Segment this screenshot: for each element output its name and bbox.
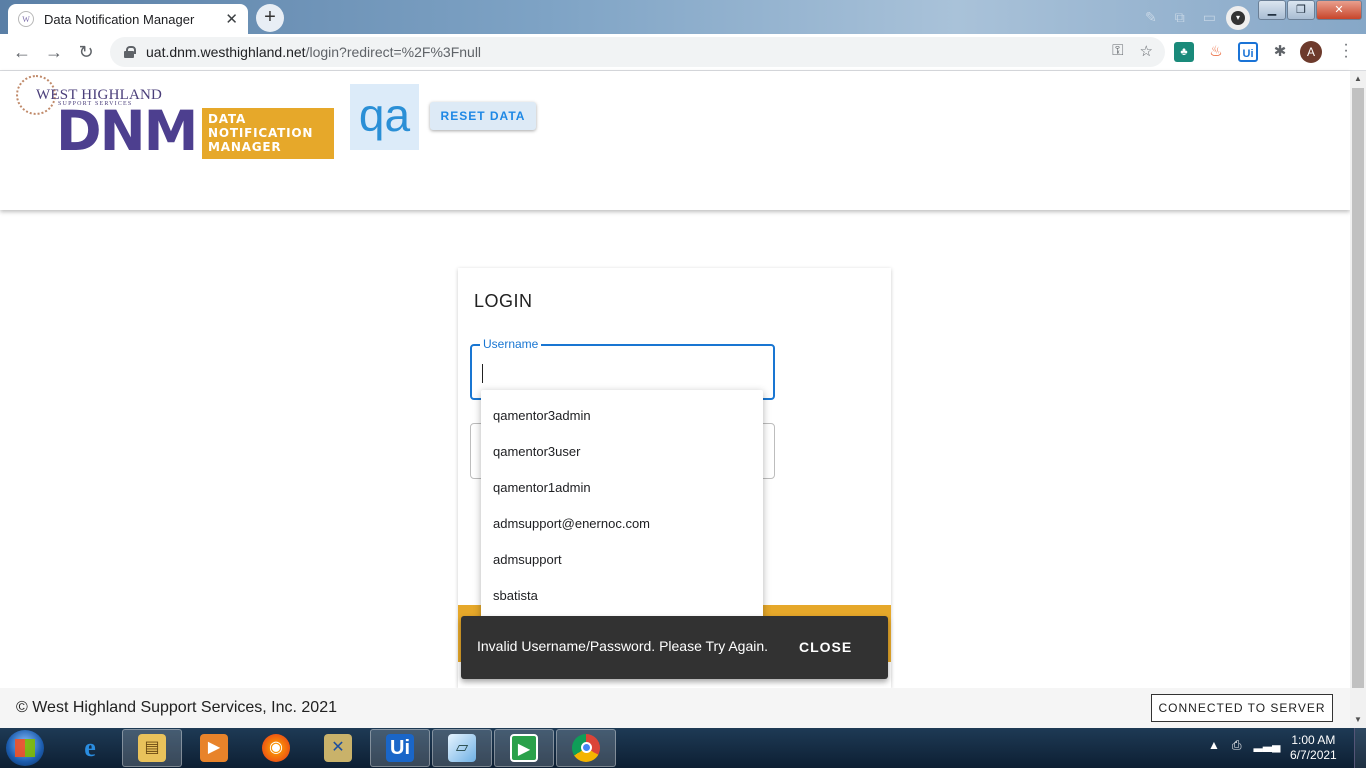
- autocomplete-item[interactable]: admsupport: [481, 542, 763, 578]
- text-caret: [482, 364, 483, 383]
- chevron-down-icon: ▾: [1231, 11, 1245, 25]
- url-text: uat.dnm.westhighland.net/login?redirect=…: [146, 44, 481, 60]
- background-window-icons: ✎ ⧉ ▭: [1145, 9, 1216, 25]
- scroll-up-icon[interactable]: ▲: [1350, 71, 1366, 87]
- browser-menu-icon[interactable]: · · ·: [1336, 37, 1356, 65]
- close-tab-icon[interactable]: ✕: [225, 10, 238, 28]
- autocomplete-item[interactable]: qamentor1admin: [481, 470, 763, 506]
- lock-icon: [124, 46, 136, 58]
- snackbar-message: Invalid Username/Password. Please Try Ag…: [477, 638, 769, 654]
- extensions-puzzle-icon[interactable]: ✱: [1270, 42, 1290, 62]
- star-bookmark-icon[interactable]: ☆: [1140, 42, 1153, 60]
- reload-icon[interactable]: ↻: [74, 40, 98, 64]
- extension-uipath-icon[interactable]: Ui: [1238, 42, 1258, 62]
- uipath-icon: Ui: [386, 734, 414, 762]
- system-tray: ▲ ⎙ ▂▃▄: [1208, 738, 1280, 753]
- tray-expand-icon[interactable]: ▲: [1208, 738, 1220, 753]
- clock-date: 6/7/2021: [1290, 748, 1337, 762]
- chrome-icon: [572, 734, 600, 762]
- play-icon: ▶: [510, 734, 538, 762]
- taskbar-tool[interactable]: ✕: [308, 729, 368, 767]
- autocomplete-item[interactable]: qamentor3user: [481, 434, 763, 470]
- new-tab-button[interactable]: +: [256, 4, 284, 32]
- url-host: uat.dnm.westhighland.net: [146, 44, 306, 60]
- browser-titlebar: W Data Notification Manager ✕ + ✎ ⧉ ▭ ▾ ▁ …: [0, 0, 1366, 34]
- logo-box-line: NOTIFICATION: [208, 126, 314, 140]
- autocomplete-item[interactable]: admsupport@enernoc.com: [481, 506, 763, 542]
- minimize-button[interactable]: ▁: [1258, 0, 1286, 20]
- reset-data-button[interactable]: RESET DATA: [430, 102, 536, 130]
- close-window-button[interactable]: ✕: [1316, 0, 1362, 20]
- logo-dnm-text: DNM: [56, 99, 198, 163]
- taskbar-uipath[interactable]: Ui: [370, 729, 430, 767]
- tab-title: Data Notification Manager: [44, 11, 195, 27]
- url-path: /login?redirect=%2F%3Fnull: [305, 44, 482, 60]
- environment-badge: qa: [350, 84, 419, 150]
- key-icon[interactable]: ⚿: [1112, 42, 1123, 60]
- autocomplete-item[interactable]: qamentor3admin: [481, 398, 763, 434]
- back-arrow-icon[interactable]: ←: [10, 40, 34, 64]
- scroll-thumb[interactable]: [1352, 88, 1364, 688]
- site-favicon-icon: W: [18, 11, 34, 27]
- snackbar-close-button[interactable]: CLOSE: [799, 639, 852, 655]
- tools-icon: ✕: [324, 734, 352, 762]
- page-footer: © West Highland Support Services, Inc. 2…: [0, 688, 1350, 728]
- notepad-icon: ▱: [448, 734, 476, 762]
- address-bar[interactable]: uat.dnm.westhighland.net/login?redirect=…: [110, 37, 1165, 67]
- tab-search-button[interactable]: ▾: [1226, 6, 1250, 30]
- browser-toolbar: ← → ↻ uat.dnm.westhighland.net/login?red…: [0, 34, 1366, 71]
- network-icon[interactable]: ⎙: [1232, 738, 1242, 753]
- forward-arrow-icon[interactable]: →: [42, 40, 66, 64]
- autocomplete-item[interactable]: sbatista: [481, 578, 763, 614]
- signal-icon[interactable]: ▂▃▄: [1254, 738, 1281, 753]
- windows-logo-icon: [15, 739, 35, 757]
- logo-box-line: MANAGER: [208, 140, 282, 154]
- login-title: LOGIN: [474, 291, 533, 311]
- error-snackbar: Invalid Username/Password. Please Try Ag…: [461, 616, 888, 679]
- copyright-text: © West Highland Support Services, Inc. 2…: [16, 699, 337, 716]
- taskbar-media-player[interactable]: ▶: [184, 729, 244, 767]
- dnm-logo: WEST HIGHLAND SUPPORT SERVICES DNM DATA …: [16, 75, 336, 163]
- logo-product-box: DATA NOTIFICATION MANAGER: [202, 108, 334, 159]
- windows-taskbar: e ▤ ▶ ◉ ✕ Ui ▱ ▶ ▲ ⎙ ▂▃▄ 1:00 AM 6/7/202…: [0, 728, 1366, 768]
- scroll-down-icon[interactable]: ▼: [1350, 712, 1366, 728]
- media-player-icon: ▶: [200, 734, 228, 762]
- clock-time: 1:00 AM: [1291, 733, 1336, 747]
- extension-flame-icon[interactable]: ♨: [1206, 42, 1226, 62]
- taskbar-player[interactable]: ▶: [494, 729, 554, 767]
- profile-avatar[interactable]: A: [1300, 41, 1322, 63]
- extension-tree-icon[interactable]: ♣: [1174, 42, 1194, 62]
- page-scrollbar[interactable]: ▲ ▼: [1350, 71, 1366, 728]
- window-controls: ▁ ❐ ✕: [1257, 0, 1362, 20]
- connection-status-button[interactable]: CONNECTED TO SERVER: [1151, 694, 1333, 722]
- app-header: WEST HIGHLAND SUPPORT SERVICES DNM DATA …: [0, 71, 1350, 210]
- taskbar-clock[interactable]: 1:00 AM 6/7/2021: [1290, 733, 1337, 763]
- username-autocomplete: qamentor3admin qamentor3user qamentor1ad…: [481, 390, 763, 621]
- internet-explorer-icon: e: [84, 733, 96, 762]
- username-label: Username: [480, 337, 542, 351]
- taskbar-ie[interactable]: e: [60, 729, 120, 767]
- taskbar-chrome[interactable]: [556, 729, 616, 767]
- taskbar-app[interactable]: ▱: [432, 729, 492, 767]
- folder-icon: ▤: [138, 734, 166, 762]
- show-desktop-button[interactable]: [1354, 728, 1366, 768]
- logo-box-line: DATA: [208, 112, 247, 126]
- firefox-icon: ◉: [262, 734, 290, 762]
- browser-tab[interactable]: W Data Notification Manager ✕: [8, 4, 248, 34]
- start-button[interactable]: [6, 730, 44, 766]
- taskbar-explorer[interactable]: ▤: [122, 729, 182, 767]
- maximize-button[interactable]: ❐: [1287, 0, 1315, 20]
- taskbar-firefox[interactable]: ◉: [246, 729, 306, 767]
